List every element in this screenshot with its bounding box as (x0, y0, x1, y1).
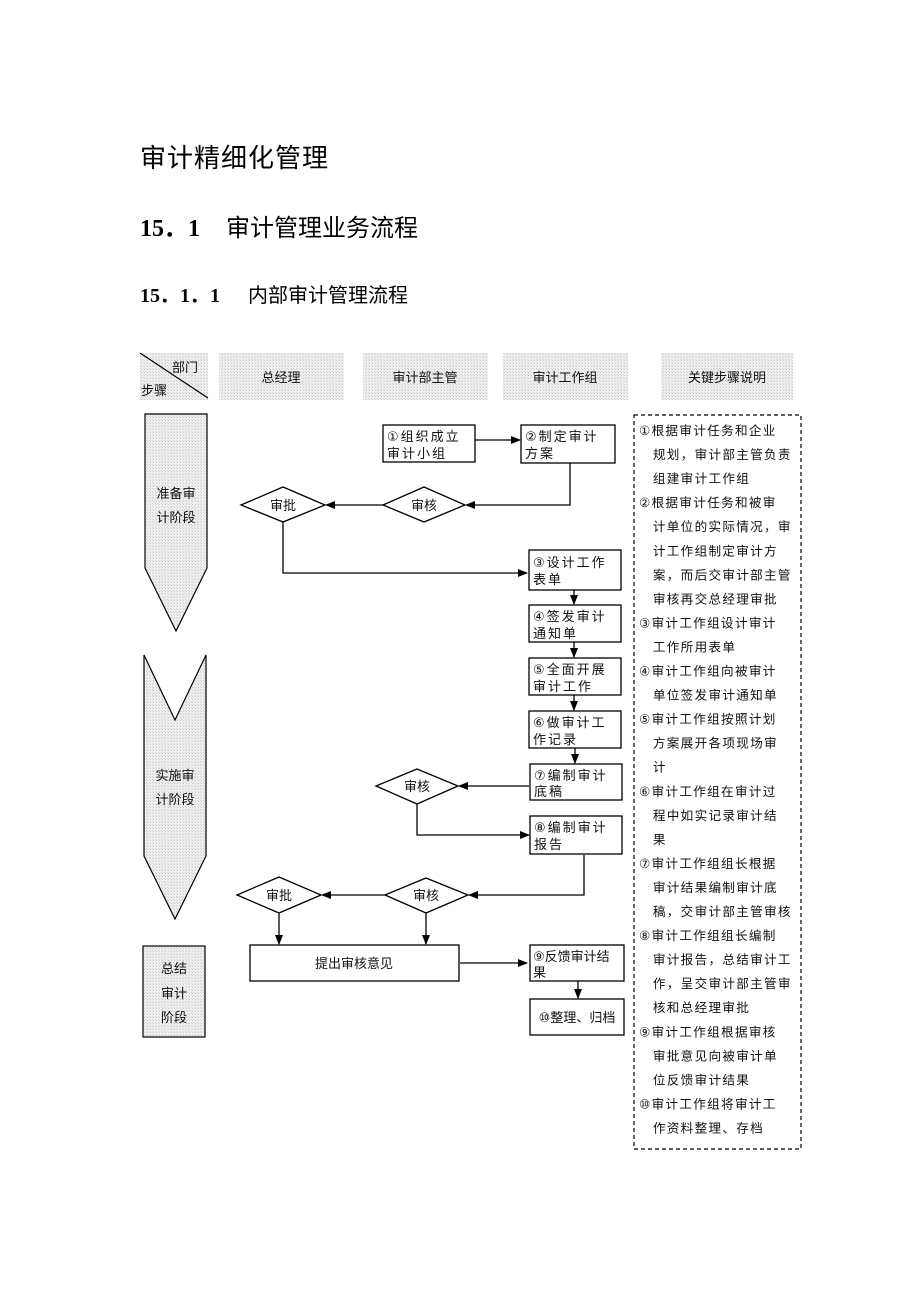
column-header-head: 审计部主管 (363, 353, 488, 400)
note-line: 计工作组制定审计方 (639, 543, 778, 558)
step-label-line: ④签发审计 (533, 609, 607, 625)
step-box-s8: ⑧编制审计 报告 (529, 815, 623, 855)
note-line: 稿，交审计部主管审核 (639, 904, 792, 919)
decision-review-1: 审核 (381, 486, 467, 523)
step-box-s2: ②制定审计 方案 (520, 424, 616, 464)
column-header-label: 审计工作组 (532, 371, 597, 386)
phase-implement: 实施审 计阶段 (143, 654, 207, 921)
phase-prepare: 准备审 计阶段 (144, 413, 208, 633)
decision-label: 审核 (413, 889, 439, 904)
step-box-s5: ⑤全面开展 审计工作 (528, 657, 622, 696)
step-label-line: 方案 (525, 446, 555, 462)
column-header-team: 审计工作组 (503, 353, 628, 400)
phase-label-line: 总结 (161, 962, 187, 977)
corner-top-label: 部门 (172, 361, 198, 376)
decision-label: 审批 (266, 889, 292, 904)
step-box-opinion: 提出审核意见 (249, 944, 460, 982)
note-line: ④审计工作组向被审计 (639, 664, 777, 679)
note-line: 案，而后交审计部主管 (639, 567, 792, 582)
note-line: 审核再交总经理审批 (639, 591, 778, 606)
note-line: 方案展开各项现场审 (639, 736, 778, 751)
decision-approve-3: 审批 (235, 876, 323, 914)
step-label-line: ⑨反馈审计结 (533, 950, 610, 965)
note-line: ①根据审计任务和企业 (639, 423, 777, 438)
note-line: ⑦审计工作组组长根据 (639, 856, 777, 871)
step-label-line: 提出审核意见 (315, 956, 393, 972)
note-line: ⑤审计工作组按照计划 (639, 712, 777, 727)
note-line: 审计结果编制审计底 (639, 880, 778, 895)
decision-review-2: 审核 (374, 768, 460, 805)
arrow-s8-review (468, 855, 585, 899)
arrow-review-s8 (416, 804, 530, 839)
corner-bottom-label: 步骤 (141, 384, 167, 399)
decision-approve-1: 审批 (239, 486, 327, 523)
note-line: 组建审计工作组 (639, 471, 750, 486)
column-header-label: 总经理 (261, 371, 300, 386)
note-line: 单位签发审计通知单 (639, 688, 778, 703)
arrow-approve-s3 (282, 522, 528, 577)
phase-label-line: 审计 (161, 987, 187, 1002)
note-line: 核和总经理审批 (639, 1000, 750, 1015)
step-label-line: ③设计工作 (533, 556, 607, 571)
step-label-line: ⑥做审计工 (533, 716, 607, 731)
decision-label: 审核 (404, 780, 430, 795)
step-label-line: ⑤全面开展 (533, 662, 607, 678)
step-label-line: 通知单 (533, 626, 578, 642)
decision-label: 审批 (270, 499, 296, 514)
note-line: 工作所用表单 (639, 640, 736, 655)
note-line: 位反馈审计结果 (639, 1072, 750, 1087)
note-line: 作，呈交审计部主管审 (639, 976, 792, 991)
step-box-s10: ⑩整理、归档 (529, 998, 625, 1036)
step-label-line: 果 (533, 966, 546, 981)
step-label-line: 审计小组 (387, 447, 447, 462)
step-box-s7: ⑦编制审计 底稿 (529, 763, 623, 801)
step-label-line: 表单 (533, 573, 563, 588)
step-box-s6: ⑥做审计工 作记录 (528, 710, 622, 749)
step-label-line: ①组织成立 (387, 430, 461, 445)
header-corner: 部门 步骤 (139, 352, 209, 400)
step-label-line: 审计工作 (533, 680, 593, 695)
decision-review-3: 审核 (383, 877, 470, 914)
phase-label-line: 计阶段 (155, 793, 194, 808)
step-box-s4: ④签发审计 通知单 (528, 604, 622, 643)
note-line: 审计报告，总结审计工 (639, 952, 792, 967)
note-line: 果 (639, 832, 667, 847)
arrow-s2-review (465, 463, 571, 509)
phase-label-line: 阶段 (161, 1011, 187, 1026)
step-label-line: 作记录 (533, 733, 578, 748)
phase-label-line: 实施审 (155, 769, 194, 784)
step-label-line: ②制定审计 (525, 430, 599, 445)
note-line: 审批意见向被审计单 (639, 1048, 778, 1063)
note-line: 规划，审计部主管负责 (639, 447, 792, 462)
note-line: ⑧审计工作组组长编制 (639, 928, 777, 943)
note-line: 作资料整理、存档 (639, 1121, 764, 1136)
step-box-s1: ①组织成立 审计小组 (382, 424, 476, 463)
note-line: ③审计工作组设计审计 (639, 615, 777, 630)
column-header-gm: 总经理 (219, 353, 344, 400)
phase-label-line: 准备审 (156, 486, 195, 502)
decision-label: 审核 (411, 499, 437, 514)
note-line: ②根据审计任务和被审 (639, 495, 777, 510)
column-header-label: 关键步骤说明 (688, 371, 766, 386)
column-header-label: 审计部主管 (392, 371, 457, 386)
step-label-line: ⑧编制审计 (534, 821, 608, 836)
key-step-notes: ①根据审计任务和企业 规划，审计部主管负责 组建审计工作组②根据审计任务和被审 … (633, 414, 802, 1150)
note-line: 计单位的实际情况，审 (639, 519, 792, 534)
step-label-line: ⑩整理、归档 (539, 1011, 616, 1026)
step-label-line: 底稿 (534, 784, 564, 800)
column-header-notes: 关键步骤说明 (661, 353, 793, 400)
phase-label-line: 计阶段 (156, 511, 195, 526)
step-box-s9: ⑨反馈审计结 果 (529, 944, 625, 982)
step-label-line: ⑦编制审计 (534, 769, 608, 784)
audit-flowchart: 部门 步骤 总经理 审计部主管 审计工作组 关键步骤说明 准备审 计阶段 实施审… (139, 352, 802, 1150)
note-line: ⑨审计工作组根据审核 (639, 1024, 777, 1039)
step-box-s3: ③设计工作 表单 (528, 549, 622, 591)
phase-summary: 总结 审计 阶段 (142, 945, 206, 1038)
note-line: 计 (639, 760, 667, 775)
note-line: 程中如实记录审计结 (639, 808, 778, 823)
note-line: ⑩审计工作组将审计工 (639, 1096, 777, 1111)
step-label-line: 报告 (534, 838, 564, 853)
note-line: ⑥审计工作组在审计过 (639, 784, 777, 799)
